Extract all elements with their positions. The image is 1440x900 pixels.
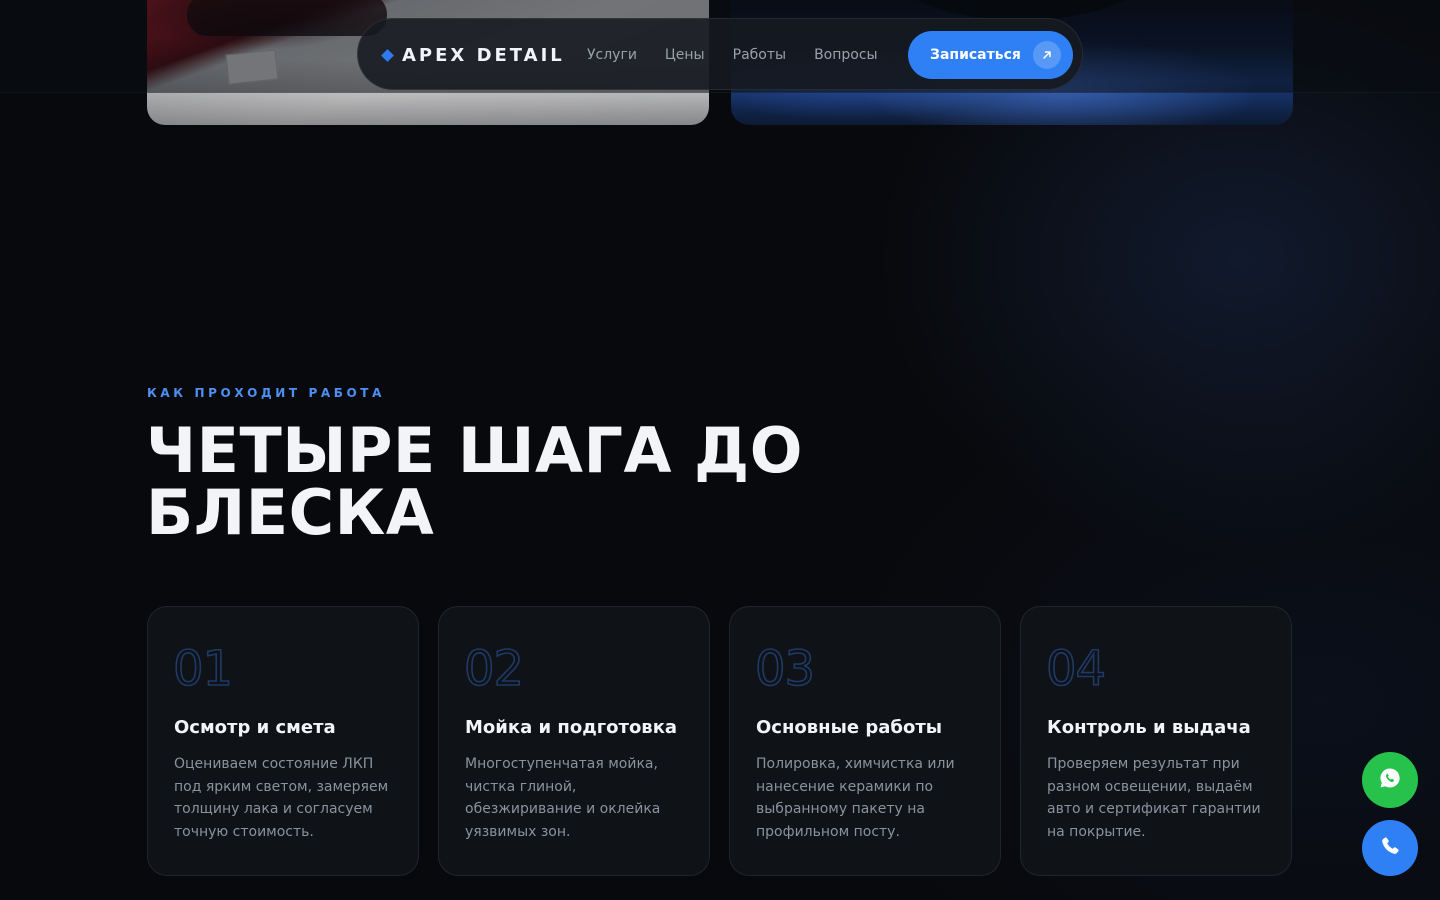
step-description: Проверяем результат при разном освещении… [1047,756,1261,840]
step-card: 04 Контроль и выдача Проверяем результат… [1020,606,1292,876]
step-number: 03 [754,640,816,698]
page: APEX DETAIL Услуги Цены Работы Вопросы З… [0,0,1440,900]
section-eyebrow: КАК ПРОХОДИТ РАБОТА [147,386,385,400]
step-title: Осмотр и смета [174,717,336,738]
step-card: 03 Основные работы Полировка, химчистка … [729,606,1001,876]
nav-link-services[interactable]: Услуги [587,45,637,65]
book-button-label: Записаться [930,47,1021,63]
step-number: 02 [463,640,525,698]
step-title: Основные работы [756,717,943,738]
step-card: 02 Мойка и подготовка Многоступенчатая м… [438,606,710,876]
step-number: 01 [172,640,234,698]
step-card: 01 Осмотр и смета Оцениваем состояние ЛК… [147,606,419,876]
step-number: 04 [1045,640,1107,698]
nav-link-prices[interactable]: Цены [665,45,705,65]
step-description: Полировка, химчистка или нанесение керам… [756,756,955,840]
call-button[interactable] [1362,820,1418,876]
step-description: Оцениваем состояние ЛКП под ярким светом… [174,756,389,840]
section-heading: ЧЕТЫРЕ ШАГА ДО БЛЕСКА [146,420,866,544]
step-title: Контроль и выдача [1047,717,1251,738]
step-description: Многоступенчатая мойка, чистка глиной, о… [465,756,661,840]
book-button[interactable]: Записаться [908,31,1073,79]
arrow-up-right-icon [1033,41,1061,69]
phone-icon [1379,835,1401,861]
logo-text: APEX DETAIL [402,44,565,66]
nav-link-faq[interactable]: Вопросы [814,45,878,65]
nav-links: Услуги Цены Работы Вопросы [587,45,878,65]
steps-list: 01 Осмотр и смета Оцениваем состояние ЛК… [147,606,1292,876]
whatsapp-button[interactable] [1362,752,1418,808]
whatsapp-icon [1378,766,1402,794]
logo[interactable]: APEX DETAIL [381,43,565,67]
main-nav: APEX DETAIL Услуги Цены Работы Вопросы З… [357,18,1083,90]
section-heading-line2: БЛЕСКА [146,476,435,549]
nav-link-works[interactable]: Работы [733,45,786,65]
step-title: Мойка и подготовка [465,717,678,738]
logo-diamond-icon [381,48,394,62]
